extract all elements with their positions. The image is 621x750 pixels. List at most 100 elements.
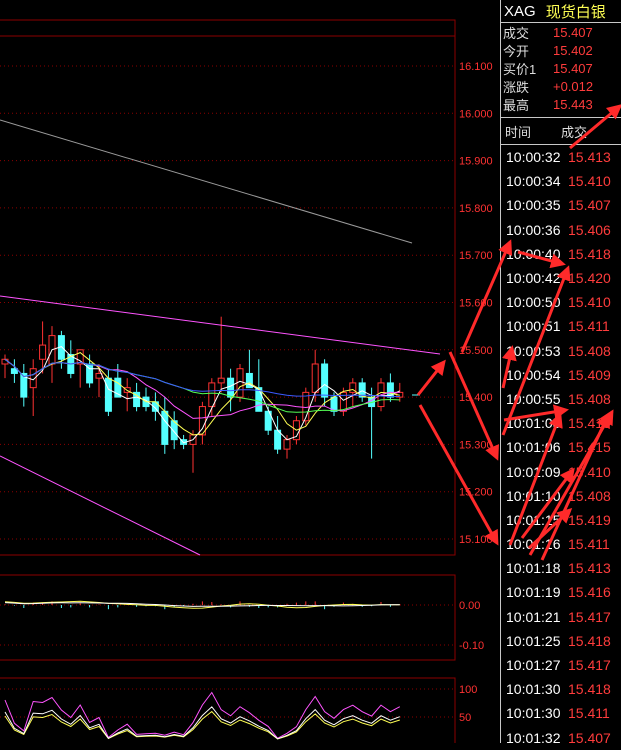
tick-price: 15.410	[568, 294, 611, 311]
quote-label: 成交	[503, 25, 530, 41]
tick-price: 15.411	[568, 318, 610, 335]
tick-row: 10:00:32 15.413	[501, 145, 621, 169]
tick-time: 10:01:21	[506, 608, 561, 625]
candle-down	[161, 410, 169, 445]
tick-row: 10:01:18 15.413	[501, 556, 621, 580]
quote-row: 成交 15.407	[501, 23, 621, 41]
chart-area: 16.100 16.000 15.900 15.800 15.700 15.600 15.5…	[0, 19, 493, 743]
tick-price: 15.407	[568, 729, 611, 746]
sub2-tick-label: 100	[459, 684, 477, 696]
tick-time: 10:00:34	[506, 173, 561, 190]
tick-price: 15.417	[568, 657, 611, 674]
quote-value: 15.402	[553, 42, 593, 58]
tick-time: 10:00:35	[506, 197, 561, 214]
tick-time: 10:01:09	[506, 463, 561, 480]
tick-row: 10:01:21 15.417	[501, 605, 621, 629]
tick-time: 10:01:10	[506, 487, 561, 504]
quote-label: 今开	[503, 43, 530, 59]
sub-pane-1-frame	[0, 574, 456, 661]
price-tick-label: 15.500	[459, 345, 493, 357]
sub-pane-2-frame	[0, 677, 456, 743]
tick-row: 10:01:05 15.419	[501, 411, 621, 435]
tick-time: 10:00:40	[506, 245, 561, 262]
quote-row: 涨跌 +0.012	[501, 77, 621, 95]
tick-time: 10:01:05	[506, 415, 561, 432]
tick-price: 15.415	[568, 439, 611, 456]
tick-row: 10:00:50 15.410	[501, 290, 621, 314]
tick-time: 10:00:50	[506, 294, 561, 311]
tick-price: 15.406	[568, 221, 611, 238]
candle-down	[10, 368, 18, 374]
tick-time: 10:01:15	[506, 511, 561, 528]
price-tick-label: 15.900	[459, 156, 493, 168]
tick-price: 15.409	[568, 366, 611, 383]
symbol-code: XAG	[504, 2, 536, 20]
tick-price: 15.418	[568, 245, 611, 262]
candle-down	[104, 377, 112, 412]
price-tick-label: 15.100	[459, 534, 493, 546]
tick-time: 10:00:36	[506, 221, 561, 238]
tick-time: 10:00:51	[506, 318, 561, 335]
moving-average-line	[4, 358, 400, 398]
price-tick-label: 16.100	[459, 61, 493, 73]
quote-list: 成交 15.407 今开 15.402 买价1 15.407 涨跌 +0.012 最高 15.44…	[501, 23, 621, 113]
sub2-tick-label: 50	[459, 712, 471, 724]
tick-row: 10:01:30 15.411	[501, 701, 621, 725]
candle-up	[76, 349, 84, 365]
candle-down	[227, 377, 235, 398]
tick-price: 15.419	[568, 415, 611, 432]
quote-row: 买价1 15.407	[501, 59, 621, 77]
ticks-price-header: 成交	[561, 124, 588, 140]
symbol-name: 现货白银	[545, 3, 606, 21]
tick-price: 15.420	[568, 270, 611, 287]
quote-row: 今开 15.402	[501, 41, 621, 59]
tick-row: 10:00:40 15.418	[501, 242, 621, 266]
tick-time: 10:01:32	[506, 729, 561, 746]
price-tick-label: 15.300	[459, 439, 493, 451]
tick-row: 10:00:54 15.409	[501, 363, 621, 387]
tick-price: 15.419	[568, 511, 611, 528]
price-tick-label: 15.600	[459, 298, 493, 310]
tick-row: 10:00:34 15.410	[501, 169, 621, 193]
quote-value: +0.012	[553, 78, 594, 94]
quote-label: 买价1	[503, 61, 537, 77]
tick-time: 10:00:32	[506, 149, 561, 166]
tick-row: 10:00:35 15.407	[501, 193, 621, 217]
tick-row: 10:01:32 15.407	[501, 726, 621, 750]
tick-time: 10:00:53	[506, 342, 561, 359]
channel-line-upper	[0, 295, 441, 355]
tick-price: 15.410	[568, 173, 611, 190]
candle-up	[217, 377, 225, 384]
tick-price: 15.418	[568, 681, 611, 698]
tick-time: 10:01:16	[506, 536, 561, 553]
tick-row: 10:00:53 15.408	[501, 339, 621, 363]
quote-row: 最高 15.443	[501, 95, 621, 113]
tick-row: 10:00:42 15.420	[501, 266, 621, 290]
price-tick-label: 15.200	[459, 487, 493, 499]
sub1-tick-label: 0.00	[459, 600, 480, 612]
ticks-header: 时间 成交	[501, 117, 621, 145]
tick-price: 15.408	[568, 390, 611, 407]
tick-row: 10:01:19 15.416	[501, 580, 621, 604]
tick-time: 10:01:06	[506, 439, 561, 456]
candle-up	[1, 358, 9, 365]
tick-time: 10:01:30	[506, 681, 561, 698]
tick-price: 15.407	[568, 197, 611, 214]
tick-row: 10:01:16 15.411	[501, 532, 621, 556]
main-pane-frame	[0, 19, 456, 556]
candle-up	[283, 439, 291, 450]
tick-price: 15.411	[568, 536, 610, 553]
tick-price: 15.408	[568, 487, 611, 504]
tick-price: 15.411	[568, 705, 610, 722]
candle-down	[274, 429, 282, 450]
tick-time: 10:00:54	[506, 366, 561, 383]
price-tick-label: 15.800	[459, 203, 493, 215]
tick-list[interactable]: 10:00:32 15.413 10:00:34 15.410 10:00:35 15.4…	[501, 145, 621, 750]
tick-row: 10:00:36 15.406	[501, 218, 621, 242]
price-tick-label: 15.400	[459, 392, 493, 404]
ticks-time-header: 时间	[505, 124, 532, 140]
price-tick-label: 15.700	[459, 250, 493, 262]
candle-up	[311, 363, 319, 393]
tick-price: 15.418	[568, 632, 611, 649]
tick-price: 15.408	[568, 342, 611, 359]
